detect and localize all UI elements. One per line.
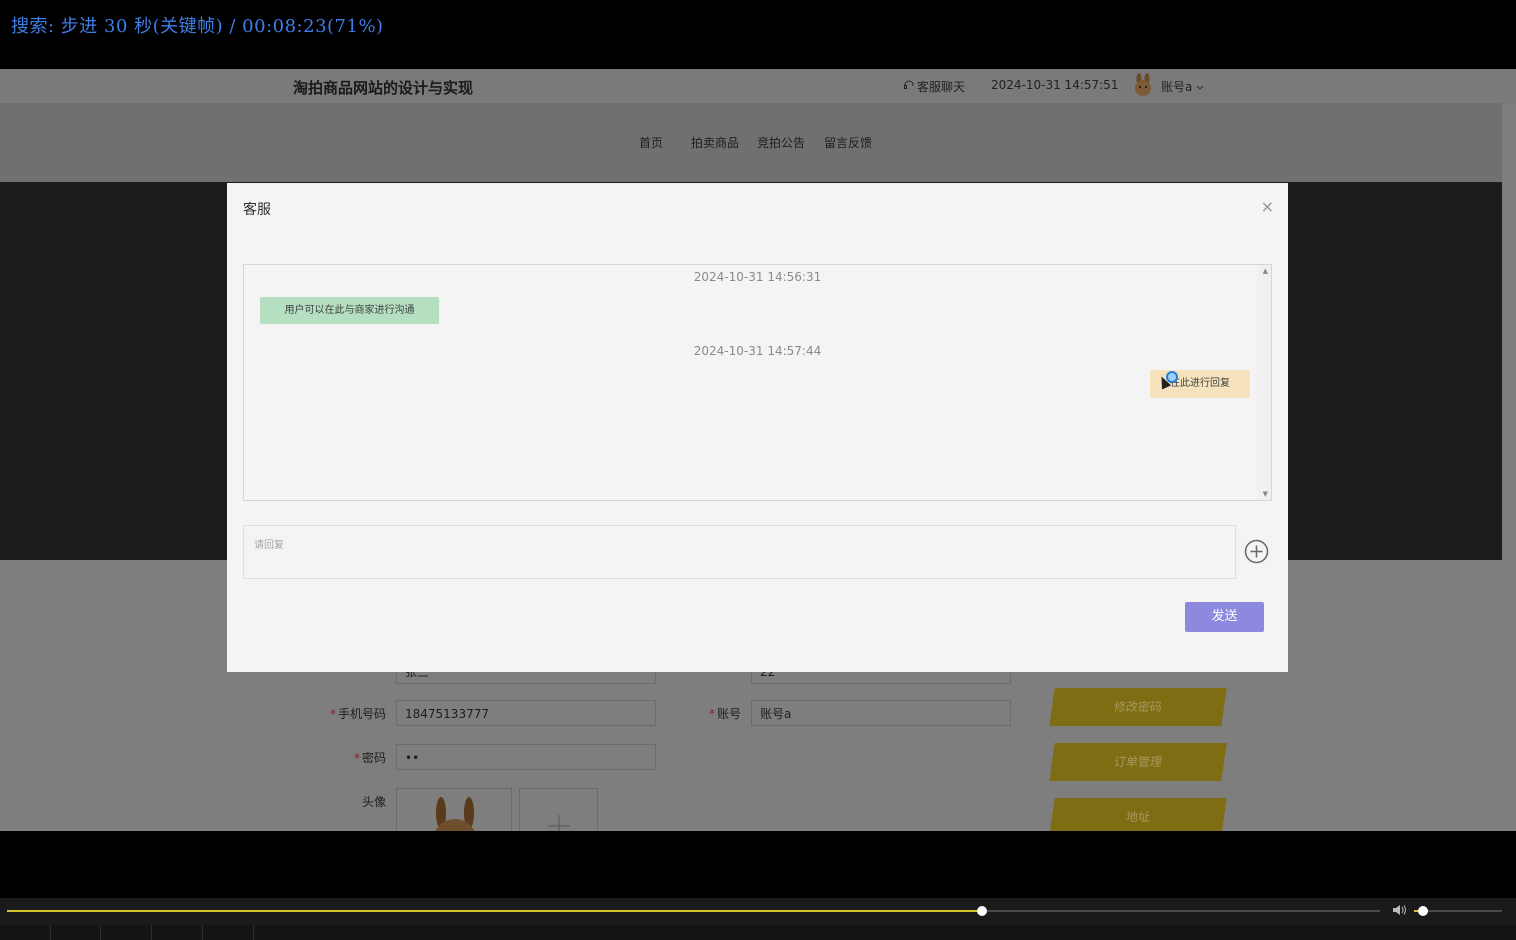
nav-item-feedback[interactable]: 留言反馈 bbox=[824, 134, 872, 151]
password-field[interactable]: •• bbox=[396, 744, 656, 770]
click-indicator-icon bbox=[1166, 371, 1178, 383]
site-title: 淘拍商品网站的设计与实现 bbox=[293, 79, 474, 97]
chat-history[interactable]: 2024-10-31 14:56:31 用户可以在此与商家进行沟通 2024-1… bbox=[243, 264, 1272, 501]
toolbar-slot[interactable] bbox=[0, 925, 51, 940]
volume-slider[interactable] bbox=[1414, 906, 1502, 916]
nav-item-auction-goods[interactable]: 拍卖商品 bbox=[691, 134, 739, 151]
message-timestamp: 2024-10-31 14:56:31 bbox=[693, 270, 822, 284]
main-nav: 首页 拍卖商品 竞拍公告 留言反馈 bbox=[0, 103, 1502, 182]
header-datetime: 2024-10-31 14:57:51 bbox=[991, 78, 1119, 92]
toolbar-slot[interactable] bbox=[203, 925, 254, 940]
dialog-title: 客服 bbox=[243, 202, 271, 218]
phone-field[interactable]: 18475133777 bbox=[396, 700, 656, 726]
customer-service-dialog: 客服 × 2024-10-31 14:56:31 用户可以在此与商家进行沟通 2… bbox=[227, 183, 1288, 672]
toolbar-slot[interactable] bbox=[50, 925, 101, 940]
account-label: * 账号 bbox=[708, 707, 741, 721]
seek-bar[interactable] bbox=[7, 906, 1380, 916]
add-attachment-icon[interactable] bbox=[1244, 539, 1269, 564]
toolbar-slot[interactable] bbox=[101, 925, 152, 940]
phone-label: * 手机号码 bbox=[329, 707, 386, 721]
media-player-controls bbox=[0, 898, 1516, 940]
message-timestamp: 2024-10-31 14:57:44 bbox=[693, 344, 822, 358]
volume-knob[interactable] bbox=[1417, 906, 1428, 916]
nav-item-auction-notice[interactable]: 竞拍公告 bbox=[757, 134, 805, 151]
nav-item-home[interactable]: 首页 bbox=[639, 134, 663, 151]
site-header: 淘拍商品网站的设计与实现 客服聊天 2024-10-31 14:57:51 账号… bbox=[0, 69, 1516, 103]
chat-scrollbar[interactable]: ▲ ▼ bbox=[1257, 265, 1271, 500]
order-management-button[interactable]: 订单管理 bbox=[1049, 743, 1227, 781]
scroll-up-icon[interactable]: ▲ bbox=[1263, 267, 1268, 275]
change-password-button[interactable]: 修改密码 bbox=[1049, 688, 1227, 726]
password-label: * 密码 bbox=[353, 751, 386, 765]
player-toolbar bbox=[0, 925, 1516, 940]
account-name: 账号a bbox=[1161, 80, 1193, 94]
seek-bar-progress bbox=[7, 910, 982, 912]
reply-input[interactable] bbox=[243, 525, 1236, 579]
close-icon[interactable]: × bbox=[1261, 197, 1274, 216]
avatar-preview bbox=[396, 788, 512, 831]
customer-chat-label: 客服聊天 bbox=[917, 80, 966, 94]
avatar-label: 头像 bbox=[361, 795, 386, 809]
merchant-message: 用户可以在此与商家进行沟通 bbox=[260, 297, 439, 324]
seek-knob[interactable] bbox=[976, 906, 987, 916]
address-button[interactable]: 地址 bbox=[1049, 798, 1227, 831]
send-button[interactable]: 发送 bbox=[1185, 602, 1264, 632]
player-osd-text: 搜索: 步进 30 秒(关键帧) / 00:08:23(71%) bbox=[11, 16, 384, 37]
customer-chat-link[interactable]: 客服聊天 bbox=[903, 78, 965, 95]
chevron-down-icon bbox=[1196, 80, 1204, 94]
user-avatar[interactable] bbox=[1133, 73, 1153, 97]
scroll-down-icon[interactable]: ▼ bbox=[1263, 490, 1268, 498]
headset-icon bbox=[903, 79, 915, 94]
volume-icon[interactable] bbox=[1392, 904, 1408, 919]
avatar-upload-button[interactable] bbox=[519, 788, 598, 831]
account-field[interactable]: 账号a bbox=[751, 700, 1011, 726]
toolbar-slot[interactable] bbox=[152, 925, 203, 940]
account-menu[interactable]: 账号a bbox=[1161, 78, 1204, 95]
